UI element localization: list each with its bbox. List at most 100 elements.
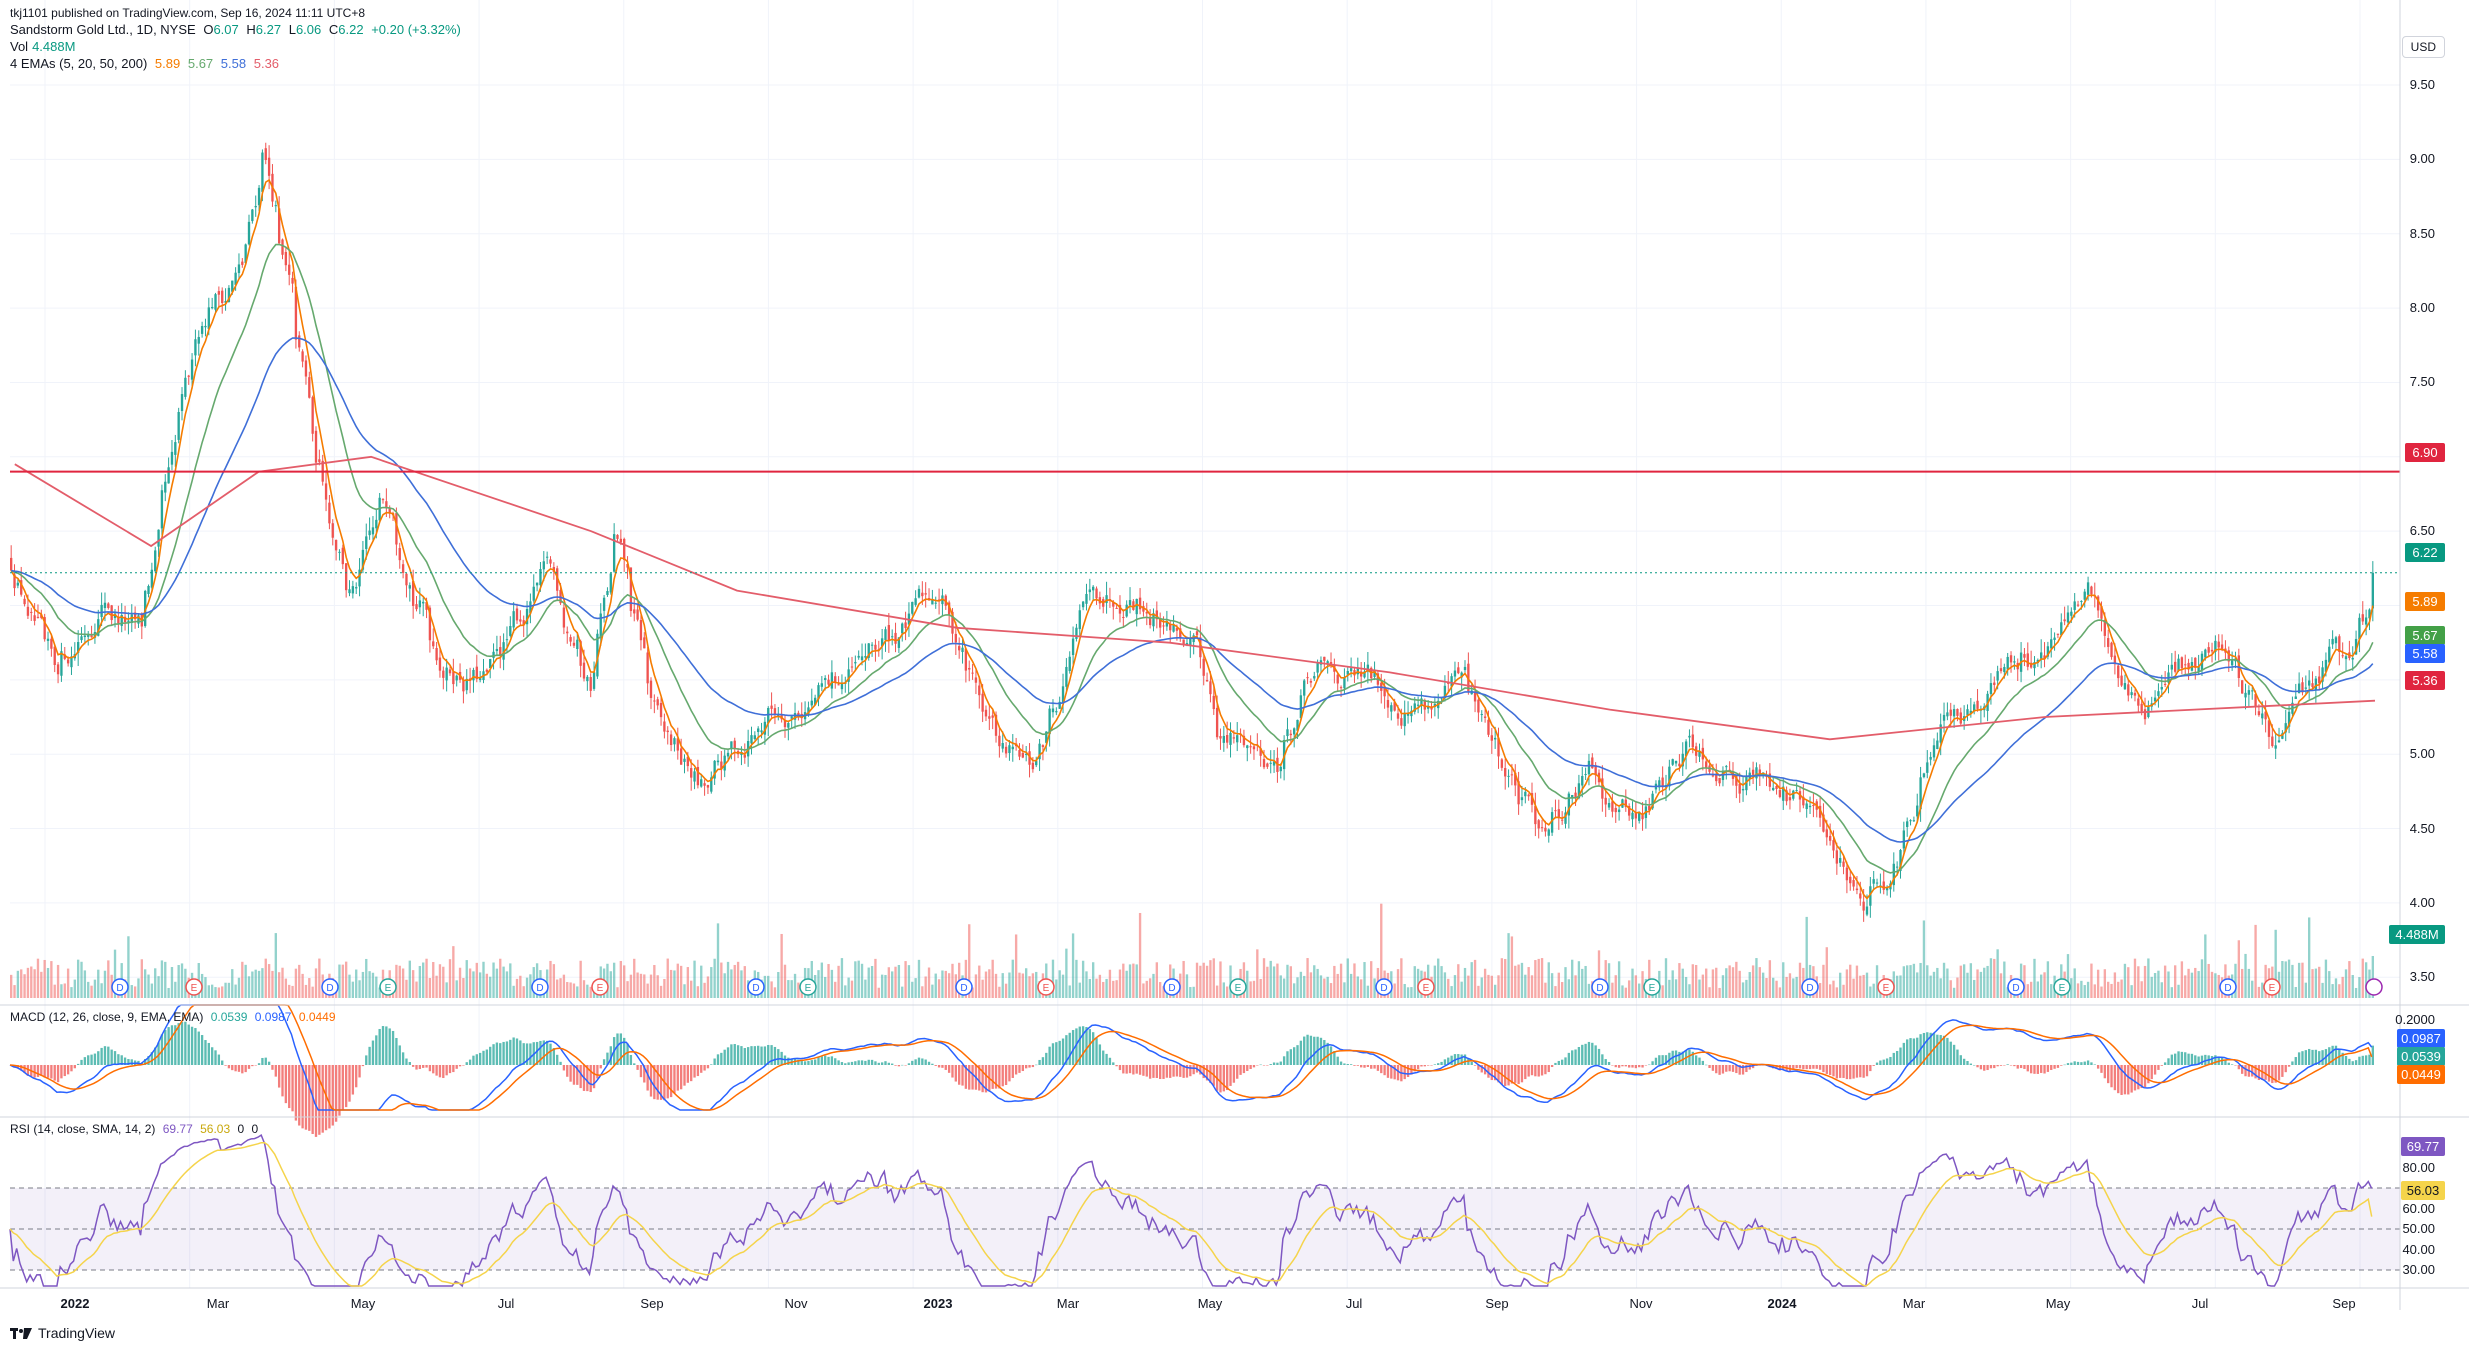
macd-histogram-bar <box>442 1065 445 1079</box>
volume-bar <box>1413 966 1416 998</box>
rsi-tick-label: 30.00 <box>2402 1262 2435 1277</box>
volume-bar <box>468 968 472 998</box>
volume-bar <box>2207 963 2210 998</box>
candle-body <box>1952 709 1956 717</box>
macd-histogram-bar <box>1031 1065 1035 1068</box>
candle-body <box>2177 658 2180 672</box>
event-label: E <box>191 983 198 994</box>
volume-bar <box>277 972 281 998</box>
macd-histogram-bar <box>1272 1062 1276 1065</box>
candle-body <box>10 557 13 571</box>
candle-body <box>1993 682 1996 685</box>
candle-body <box>432 641 435 647</box>
macd-histogram-bar <box>1008 1065 1011 1082</box>
candle-body <box>566 631 569 634</box>
candle-body <box>917 588 921 598</box>
rsi-value: 69.77 <box>162 1122 193 1136</box>
volume-bar <box>1470 962 1473 998</box>
volume-bar <box>659 985 663 998</box>
volume-bar <box>1246 970 1249 998</box>
candle-body <box>1835 850 1839 864</box>
volume-bar <box>2321 982 2324 998</box>
macd-histogram-bar <box>549 1043 552 1065</box>
ema200-badge: 5.36 <box>2405 671 2445 690</box>
macd-histogram-bar <box>351 1065 355 1095</box>
event-label: E <box>1423 983 1430 994</box>
macd-histogram-bar <box>810 1060 813 1065</box>
macd-histogram-bar <box>63 1065 66 1077</box>
macd-histogram-bar <box>914 1059 917 1065</box>
candle-body <box>606 591 609 595</box>
macd-histogram-bar <box>2160 1065 2163 1066</box>
volume-bar <box>2344 969 2348 998</box>
volume-bar <box>100 983 103 998</box>
volume-bar <box>365 958 368 998</box>
candle-body <box>1875 882 1879 884</box>
currency-selector[interactable]: USD <box>2401 36 2445 58</box>
macd-axis-label: 0.2000 <box>2395 1012 2435 1027</box>
candle-body <box>46 638 50 641</box>
volume-bar <box>820 962 824 998</box>
time-tick-label: 2022 <box>60 1296 90 1311</box>
volume-bar <box>1359 979 1363 998</box>
macd-histogram-bar <box>723 1049 726 1065</box>
volume-bar <box>519 975 522 998</box>
volume-bar <box>23 974 26 998</box>
volume-bar <box>633 958 636 998</box>
volume-bar <box>2073 968 2076 998</box>
volume-bar <box>854 961 857 998</box>
candle-body <box>984 709 988 717</box>
volume-bar <box>1219 961 1222 998</box>
footer-brand[interactable]: TradingView <box>10 1325 115 1341</box>
volume-bar <box>716 923 720 998</box>
candle-body <box>170 451 174 465</box>
candle-body <box>1912 820 1916 822</box>
macd-histogram-bar <box>864 1060 867 1065</box>
macd-histogram-bar <box>1239 1065 1242 1075</box>
macd-histogram-bar <box>850 1061 854 1065</box>
candle-body <box>127 620 130 622</box>
macd-histogram-bar <box>636 1065 639 1070</box>
candle-body <box>1808 805 1812 808</box>
candle-body <box>251 209 254 222</box>
volume-bar <box>1788 973 1792 998</box>
candle-body <box>961 647 964 653</box>
volume-bar <box>1112 980 1115 998</box>
volume-bar <box>2294 987 2297 998</box>
volume-bar <box>2328 971 2331 998</box>
candle-body <box>415 604 418 610</box>
candle-body <box>683 758 686 762</box>
macd-histogram-bar <box>874 1061 877 1065</box>
macd-histogram-bar <box>301 1065 304 1129</box>
candle-body <box>1614 807 1617 813</box>
volume-bar <box>525 977 529 998</box>
macd-histogram-bar <box>1993 1065 1996 1069</box>
volume-bar <box>2361 958 2364 998</box>
volume-bar <box>93 979 97 998</box>
volume-bar <box>901 986 904 998</box>
macd-histogram-bar <box>184 1021 187 1065</box>
volume-bar <box>274 933 277 998</box>
macd-histogram-bar <box>2167 1058 2170 1065</box>
candle-body <box>2076 604 2080 606</box>
macd-histogram-bar <box>1560 1059 1564 1065</box>
candle-body <box>2083 591 2086 600</box>
volume-bar <box>1286 964 1289 998</box>
macd-histogram-bar <box>1996 1065 1999 1067</box>
time-tick-label: 2024 <box>1767 1296 1797 1311</box>
macd-histogram-bar <box>1467 1058 1470 1065</box>
macd-histogram-bar <box>877 1062 880 1065</box>
time-tick-label: Nov <box>1629 1296 1653 1311</box>
volume-bar <box>927 967 931 998</box>
candle-body <box>1996 671 1999 681</box>
chart-canvas[interactable]: DEDEDEDEDEDEDEDEDEDEDE <box>0 0 2469 1350</box>
macd-histogram-bar <box>187 1024 190 1065</box>
volume-bar <box>626 981 629 998</box>
macd-histogram-bar <box>944 1065 947 1070</box>
macd-histogram-bar <box>1852 1065 1855 1079</box>
ema200-value: 5.36 <box>253 56 280 71</box>
macd-histogram-bar <box>676 1065 679 1091</box>
candle-body <box>1483 716 1487 718</box>
volume-bar <box>2187 968 2190 998</box>
volume-bar <box>824 976 827 998</box>
